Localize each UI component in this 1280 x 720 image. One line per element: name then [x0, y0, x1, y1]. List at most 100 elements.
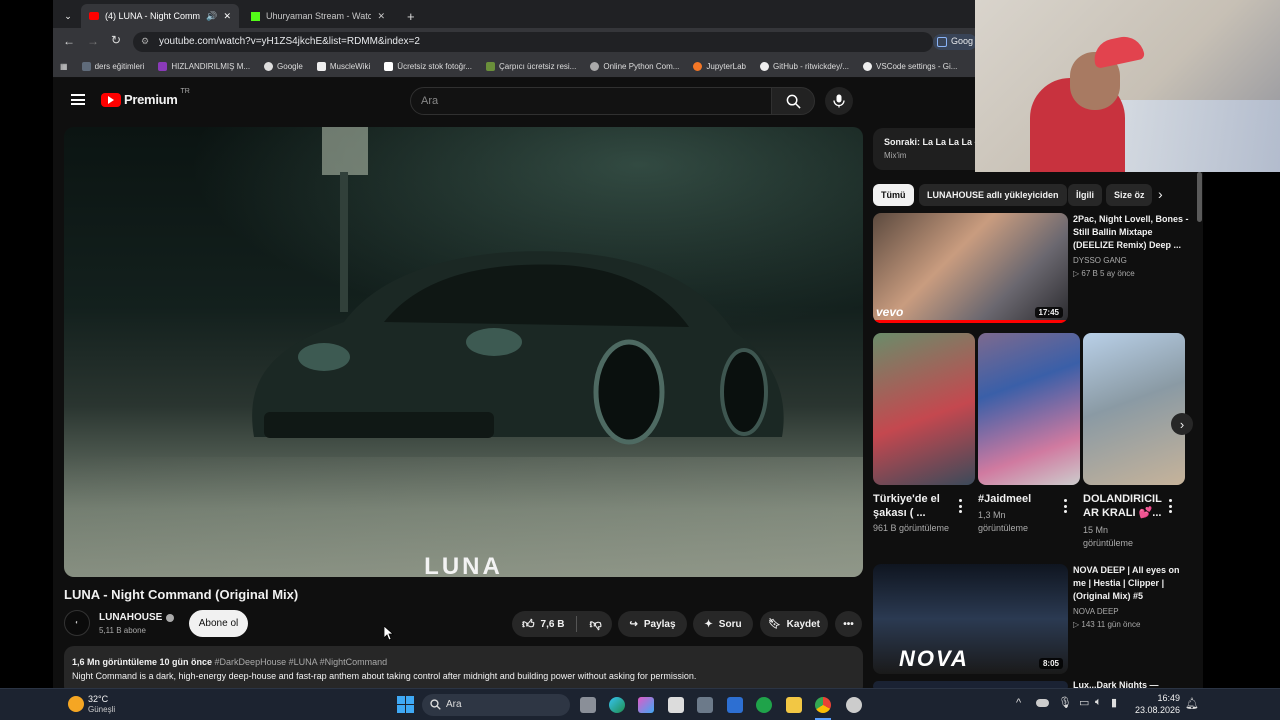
rec-thumbnail[interactable]: vevo 17:45 — [873, 213, 1068, 323]
google-lens-button[interactable]: Goog — [933, 34, 978, 50]
description-box[interactable]: 1,6 Mn görüntüleme 10 gün önce #DarkDeep… — [64, 646, 863, 688]
network-icon[interactable]: ▭ — [1079, 696, 1089, 709]
subscribe-button[interactable]: Abone ol — [189, 610, 248, 637]
dislike-icon[interactable]: 👎︎ — [589, 617, 601, 632]
battery-icon[interactable]: ▮ — [1111, 696, 1117, 709]
tab-youtube[interactable]: (4) LUNA - Night Command 🔊 ✕ — [81, 4, 239, 28]
clock-time[interactable]: 16:49 — [1130, 693, 1180, 703]
bookmark-label: Online Python Com... — [603, 62, 680, 71]
short-title[interactable]: DOLANDIRICIL AR KRALI 💕... — [1083, 492, 1163, 520]
chrome-icon[interactable] — [815, 697, 831, 713]
settings-app-icon[interactable] — [697, 697, 713, 713]
save-label: Kaydet — [786, 618, 821, 630]
bookmark-item[interactable]: Online Python Com... — [583, 62, 686, 71]
search-icon — [786, 94, 801, 109]
speaker-icon[interactable]: 🔊 — [206, 11, 217, 22]
microphone-icon[interactable]: 🎙︎ — [1058, 696, 1072, 709]
like-count[interactable]: 7,6 B — [541, 619, 565, 630]
store-icon[interactable] — [668, 697, 684, 713]
rec-title[interactable]: Lux...Dark Nights — — [1073, 679, 1191, 688]
bookmark-item[interactable]: Google — [257, 62, 310, 71]
new-tab-button[interactable]: + — [399, 4, 421, 28]
duration-badge: 17:45 — [1034, 307, 1063, 318]
short-title[interactable]: #Jaidmeel — [978, 492, 1058, 506]
search-input[interactable]: Ara — [410, 87, 772, 115]
tab-close-icon[interactable]: ✕ — [223, 11, 231, 22]
tab-stream[interactable]: Uhuryaman Stream - Watch Live ✕ — [243, 4, 393, 28]
chip-related[interactable]: İlgili — [1068, 184, 1102, 206]
obs-icon[interactable] — [846, 697, 862, 713]
bookmark-label: Ücretsiz stok fotoğr... — [397, 62, 472, 71]
weather-sun-icon[interactable] — [68, 696, 84, 712]
search-button[interactable] — [771, 87, 815, 115]
bookmark-label: Google — [277, 62, 303, 71]
like-icon[interactable]: 👍︎ — [522, 617, 535, 632]
ask-button[interactable]: ✦ Soru — [693, 611, 753, 637]
more-vertical-icon[interactable] — [1169, 499, 1173, 513]
windows-start-icon[interactable] — [397, 696, 414, 713]
bookmark-item[interactable]: VSCode settings - Gi... — [856, 62, 964, 71]
menu-icon[interactable] — [71, 94, 85, 105]
up-next-panel[interactable]: Sonraki: La La La La - Mix'im — [873, 128, 983, 170]
hashtags[interactable]: #DarkDeepHouse #LUNA #NightCommand — [215, 657, 388, 667]
short-meta: 961 B görüntüleme — [873, 523, 950, 533]
more-vertical-icon[interactable] — [1064, 499, 1068, 513]
short-thumbnail[interactable] — [1083, 333, 1185, 485]
chip-all[interactable]: Tümü — [873, 184, 914, 206]
more-vertical-icon[interactable] — [959, 499, 963, 513]
rec-info[interactable]: 2Pac, Night Lovell, Bones - Still Ballin… — [1073, 213, 1191, 280]
bookmark-item[interactable]: JupyterLab — [686, 62, 753, 71]
file-explorer-icon[interactable] — [786, 697, 802, 713]
webcam-person-cap — [1090, 33, 1146, 69]
short-thumbnail[interactable] — [978, 333, 1080, 485]
edge-icon[interactable] — [609, 697, 625, 713]
xbox-icon[interactable] — [756, 697, 772, 713]
site-info-icon[interactable]: ⚙ — [141, 36, 149, 47]
forward-icon[interactable]: → — [87, 34, 99, 48]
weather-label[interactable]: Güneşli — [88, 705, 115, 714]
taskbar-search[interactable]: Ara — [422, 694, 570, 716]
video-player[interactable]: LUNA — [64, 127, 863, 577]
taskbar-search-label: Ara — [446, 699, 462, 710]
search-icon — [430, 699, 441, 710]
vscode-icon[interactable] — [727, 697, 743, 713]
clock-date[interactable]: 23.08.2026 — [1130, 705, 1180, 715]
channel-avatar[interactable]: ◐ — [64, 610, 90, 636]
save-button[interactable]: 🔖︎ Kaydet — [760, 611, 828, 637]
tab-close-icon[interactable]: ✕ — [377, 11, 385, 22]
rec-thumbnail[interactable]: NOVA 8:05 — [873, 564, 1068, 674]
task-view-icon[interactable] — [580, 697, 596, 713]
onedrive-icon[interactable] — [1036, 699, 1049, 707]
apps-icon[interactable]: ▦ — [53, 62, 75, 71]
reload-icon[interactable]: ↻ — [111, 33, 121, 47]
rec-thumbnail[interactable] — [873, 681, 1068, 688]
volume-icon[interactable]: 🔈︎ — [1095, 696, 1102, 709]
chip-from-uploader[interactable]: LUNAHOUSE adlı yükleyiciden — [919, 184, 1067, 206]
notification-icon[interactable]: 🔔︎ — [1185, 697, 1199, 710]
voice-search-button[interactable] — [825, 87, 853, 115]
bookmark-item[interactable]: HIZLANDIRILMIŞ M... — [151, 62, 257, 71]
tray-overflow-icon[interactable]: ^ — [1016, 697, 1021, 709]
short-title[interactable]: Türkiye'de el şakası ( ... — [873, 492, 953, 520]
weather-temp[interactable]: 32°C — [88, 694, 108, 704]
share-button[interactable]: ↪ Paylaş — [618, 611, 687, 637]
bookmark-item[interactable]: GitHub - ritwickdey/... — [753, 62, 856, 71]
youtube-logo[interactable]: Premium TR — [101, 88, 190, 107]
rec-info[interactable]: NOVA DEEP | All eyes on me | Hestia | Cl… — [1073, 564, 1191, 631]
chip-for-you[interactable]: Size öz — [1106, 184, 1152, 206]
more-actions-button[interactable]: ••• — [835, 611, 862, 637]
chips-next-icon[interactable]: › — [1158, 186, 1163, 202]
channel-name-row[interactable]: LUNAHOUSE — [99, 612, 175, 623]
bookmark-item[interactable]: ders eğitimleri — [75, 62, 152, 71]
scrollbar-thumb[interactable] — [1197, 172, 1202, 222]
shorts-next-icon[interactable]: › — [1171, 413, 1193, 435]
url-field[interactable]: ⚙ youtube.com/watch?v=yH1ZS4jkchE&list=R… — [133, 32, 933, 52]
bookmark-item[interactable]: MuscleWiki — [310, 62, 377, 71]
short-thumbnail[interactable] — [873, 333, 975, 485]
bookmark-item[interactable]: Ücretsiz stok fotoğr... — [377, 62, 479, 71]
copilot-icon[interactable] — [638, 697, 654, 713]
bookmark-item[interactable]: Çarpıcı ücretsiz resi... — [479, 62, 583, 71]
back-icon[interactable]: ← — [63, 34, 75, 48]
tab-list-button[interactable]: ⌄ — [57, 4, 79, 28]
up-next-title: Sonraki: La La La La - — [884, 137, 978, 147]
